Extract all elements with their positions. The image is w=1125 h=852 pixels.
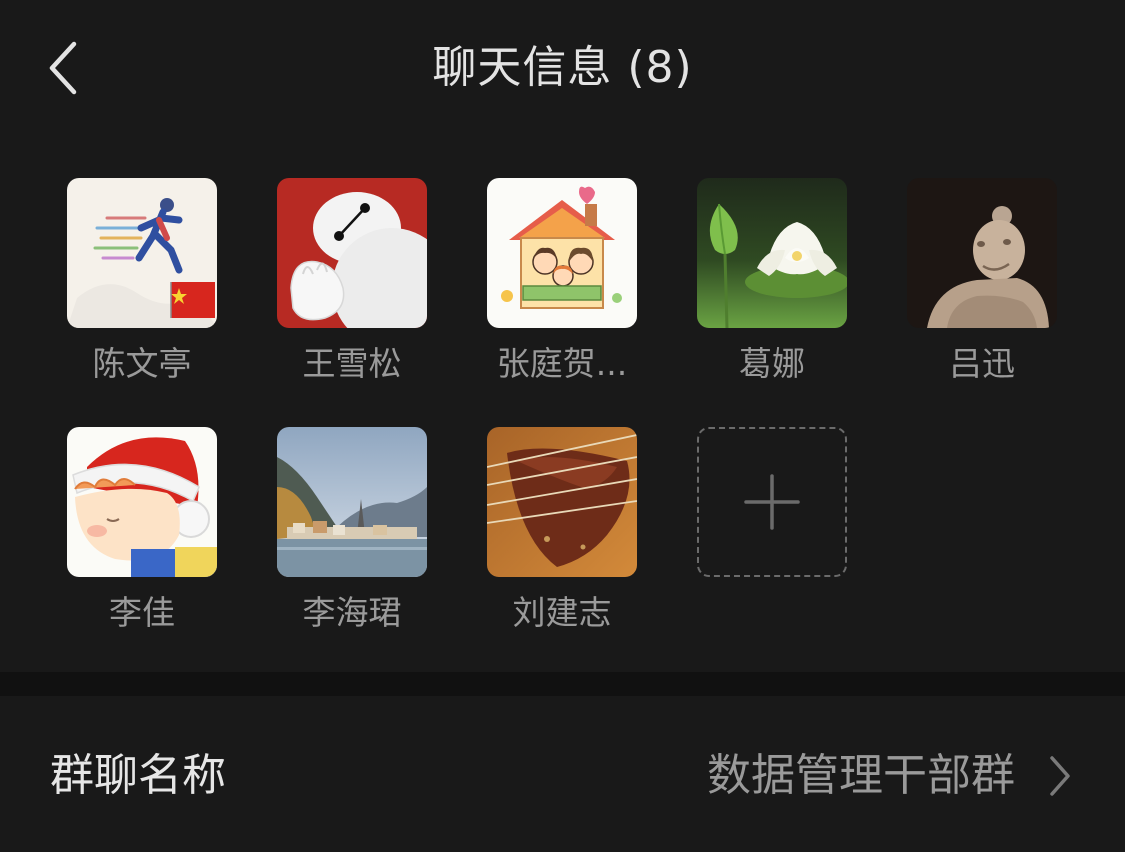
terracotta-figure-avatar (907, 178, 1057, 328)
add-member-button[interactable] (697, 427, 847, 577)
runner-flag-avatar (67, 178, 217, 328)
member-avatar (67, 427, 217, 577)
member-avatar (697, 178, 847, 328)
cartoon-house-family-avatar (487, 178, 637, 328)
santa-hat-child-avatar (67, 427, 217, 577)
member-item[interactable]: 李海珺 (277, 427, 427, 647)
member-avatar (67, 178, 217, 328)
member-item[interactable]: 张庭贺... (487, 178, 637, 398)
member-grid: 陈文亭 王雪松 张庭贺... 葛娜 吕迅 李佳 李海珺 刘建志 (0, 140, 1125, 672)
member-name: 李佳 (109, 593, 175, 632)
lakeside-village-avatar (277, 427, 427, 577)
member-item[interactable]: 王雪松 (277, 178, 427, 398)
plus-icon (744, 474, 800, 530)
section-divider (0, 672, 1125, 696)
chevron-right-icon (1050, 756, 1070, 796)
member-avatar (277, 427, 427, 577)
member-item[interactable]: 陈文亭 (67, 178, 217, 398)
member-name: 陈文亭 (92, 344, 192, 383)
member-name: 吕迅 (949, 344, 1015, 383)
member-item[interactable]: 刘建志 (487, 427, 637, 647)
member-name: 刘建志 (512, 593, 612, 632)
page-title: 聊天信息 (8) (432, 42, 693, 93)
member-name: 李海珺 (302, 593, 402, 632)
member-item[interactable]: 葛娜 (697, 178, 847, 398)
member-avatar (277, 178, 427, 328)
member-avatar (487, 427, 637, 577)
member-name: 葛娜 (739, 344, 805, 383)
group-name-value: 数据管理干部群 (707, 750, 1015, 801)
member-avatar (907, 178, 1057, 328)
group-name-setting[interactable]: 群聊名称 数据管理干部群 (0, 696, 1125, 852)
member-name: 张庭贺... (496, 344, 628, 383)
lotus-flower-avatar (697, 178, 847, 328)
member-item[interactable]: 吕迅 (907, 178, 1057, 398)
member-avatar (487, 178, 637, 328)
group-name-label: 群聊名称 (50, 750, 226, 801)
member-item[interactable]: 李佳 (67, 427, 217, 647)
navigation-bar: 聊天信息 (8) (0, 0, 1125, 140)
member-name: 王雪松 (302, 344, 402, 383)
white-robot-avatar (277, 178, 427, 328)
guitar-pick-avatar (487, 427, 637, 577)
